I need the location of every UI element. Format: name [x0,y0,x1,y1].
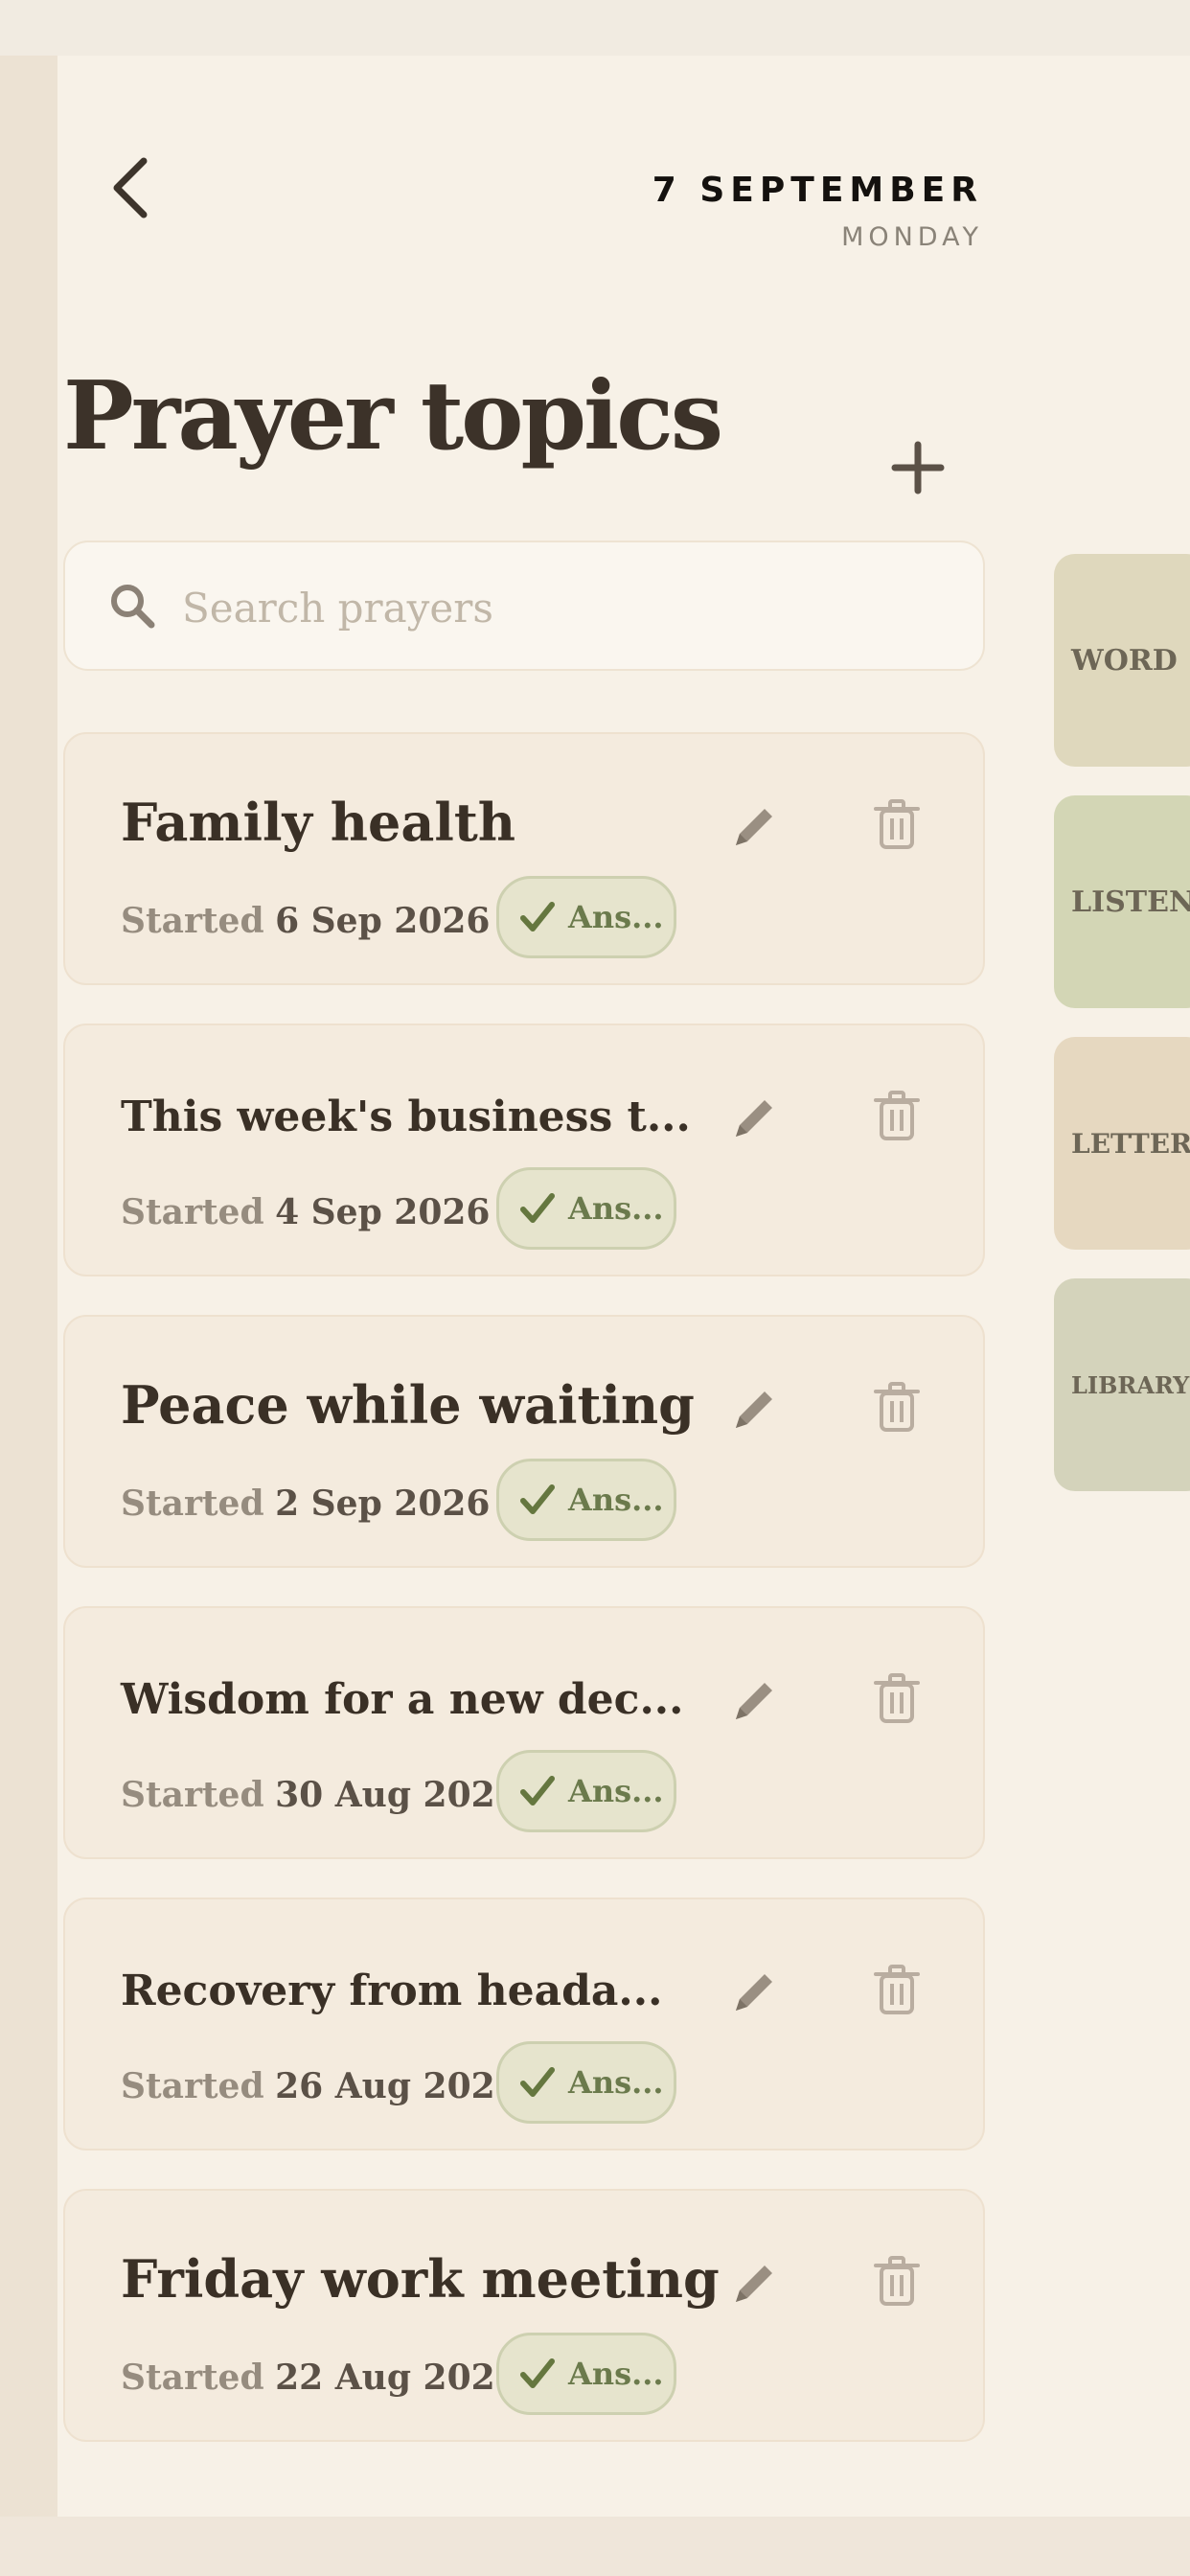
journal-page: 7 SEPTEMBER MONDAY Prayer topics Family … [0,56,1190,2517]
prayer-start-date: Started 26 Aug 2026 [121,2066,519,2106]
prayer-start-date: Started 2 Sep 2026 [121,1484,491,1524]
status-bar-area [0,0,1190,56]
prayer-card[interactable]: Peace while waiting Started 2 Sep 2026 A… [63,1315,985,1568]
prayer-title: Wisdom for a new dec... [121,1675,684,1724]
tab-library[interactable]: LIBRARY [1054,1278,1190,1491]
answered-badge[interactable]: Ans... [496,1459,676,1541]
plus-icon [891,441,945,494]
search-bar[interactable] [63,540,985,671]
prayer-title: Friday work meeting [121,2248,720,2310]
search-input[interactable] [180,569,950,646]
current-weekday: MONDAY [841,222,983,252]
answered-badge[interactable]: Ans... [496,2041,676,2124]
prayer-card[interactable]: Friday work meeting Started 22 Aug 2026 … [63,2189,985,2442]
prayer-title: This week's business t... [121,1092,691,1141]
trash-icon[interactable] [868,1087,926,1144]
home-indicator-area [0,2517,1190,2576]
prayer-card[interactable]: Family health Started 6 Sep 2026 Ans... [63,732,985,985]
answered-badge[interactable]: Ans... [496,1167,676,1250]
book-spine [0,56,57,2517]
pencil-icon[interactable] [726,797,784,855]
trash-icon[interactable] [868,795,926,853]
prayer-card[interactable]: This week's business t... Started 4 Sep … [63,1024,985,1276]
pencil-icon[interactable] [726,2254,784,2312]
add-prayer-button[interactable] [881,431,954,504]
pencil-icon[interactable] [726,1089,784,1146]
prayer-title: Peace while waiting [121,1374,695,1436]
trash-icon[interactable] [868,1961,926,2018]
chevron-left-icon [113,157,148,218]
check-icon [520,1776,555,1806]
prayer-start-date: Started 30 Aug 2026 [121,1775,519,1815]
tab-word[interactable]: WORD [1054,554,1190,767]
prayer-title: Family health [121,792,516,853]
page-title: Prayer topics [63,361,723,472]
prayer-title: Recovery from heada... [121,1966,663,2015]
prayer-start-date: Started 6 Sep 2026 [121,901,491,941]
trash-icon[interactable] [868,2252,926,2310]
search-icon [111,585,155,629]
pencil-icon[interactable] [726,1380,784,1438]
prayer-start-date: Started 22 Aug 2026 [121,2358,519,2398]
check-icon [520,1193,555,1223]
check-icon [520,2358,555,2388]
prayer-card[interactable]: Wisdom for a new dec... Started 30 Aug 2… [63,1606,985,1859]
tab-listen[interactable]: LISTEN [1054,795,1190,1008]
back-button[interactable] [103,150,157,226]
prayer-start-date: Started 4 Sep 2026 [121,1192,491,1232]
current-date: 7 SEPTEMBER [652,171,983,210]
trash-icon[interactable] [868,1669,926,1727]
tab-letter[interactable]: LETTER [1054,1037,1190,1250]
pencil-icon[interactable] [726,1963,784,2020]
check-icon [520,2067,555,2097]
check-icon [520,1484,555,1514]
prayer-card[interactable]: Recovery from heada... Started 26 Aug 20… [63,1898,985,2150]
check-icon [520,902,555,932]
answered-badge[interactable]: Ans... [496,876,676,958]
trash-icon[interactable] [868,1378,926,1436]
answered-badge[interactable]: Ans... [496,2333,676,2415]
pencil-icon[interactable] [726,1671,784,1729]
answered-badge[interactable]: Ans... [496,1750,676,1832]
